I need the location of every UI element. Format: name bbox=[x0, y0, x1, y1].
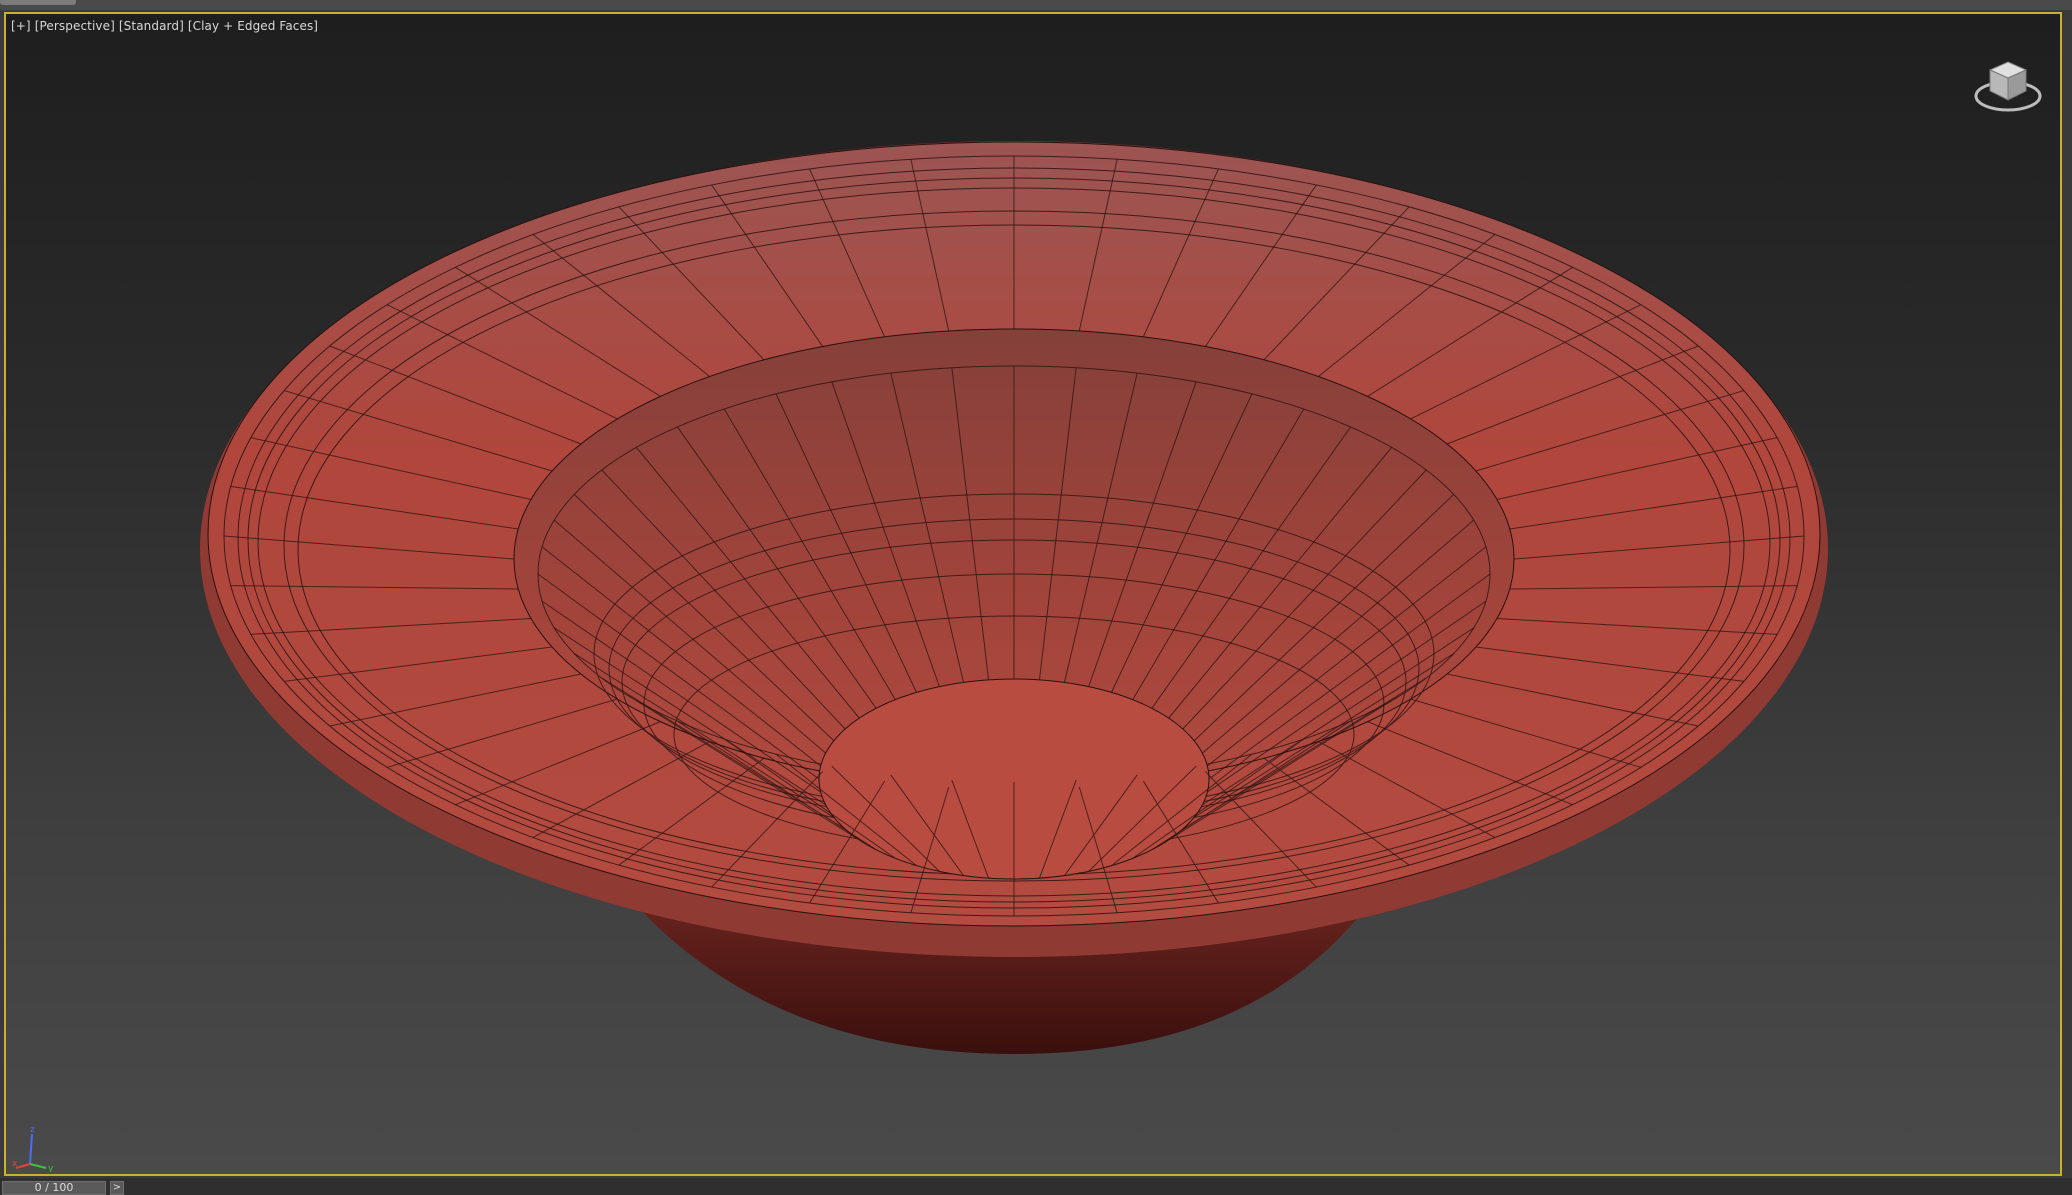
bowl-mesh[interactable] bbox=[6, 14, 2060, 1174]
top-tab[interactable] bbox=[0, 0, 76, 5]
z-axis-line bbox=[29, 1133, 33, 1165]
viewport-point-of-view[interactable]: [Perspective] bbox=[35, 19, 115, 33]
y-axis-label: y bbox=[48, 1164, 54, 1172]
time-slider[interactable]: 0 / 100 bbox=[2, 1181, 106, 1195]
viewport-shading-standard[interactable]: [Standard] bbox=[119, 19, 184, 33]
x-axis-label: x bbox=[12, 1159, 18, 1169]
x-axis-line bbox=[15, 1163, 31, 1169]
axis-tripod-icon: z x y bbox=[12, 1125, 54, 1172]
perspective-viewport[interactable]: [+] [Perspective] [Standard] [Clay + Edged … bbox=[4, 12, 2062, 1176]
viewcube-icon[interactable] bbox=[1968, 44, 2050, 126]
viewport-label: [+] [Perspective] [Standard] [Clay + Edged … bbox=[11, 19, 322, 33]
viewport-shading-mode[interactable]: [Clay + Edged Faces] bbox=[188, 19, 318, 33]
z-axis-label: z bbox=[30, 1125, 35, 1135]
y-axis-line bbox=[29, 1163, 47, 1169]
viewport-menu-plus[interactable]: [+] bbox=[11, 19, 31, 33]
timeline-bar: 0 / 100 > bbox=[0, 1178, 2072, 1195]
top-toolbar-strip bbox=[0, 0, 2072, 10]
chevron-right-icon[interactable]: > bbox=[110, 1181, 124, 1195]
